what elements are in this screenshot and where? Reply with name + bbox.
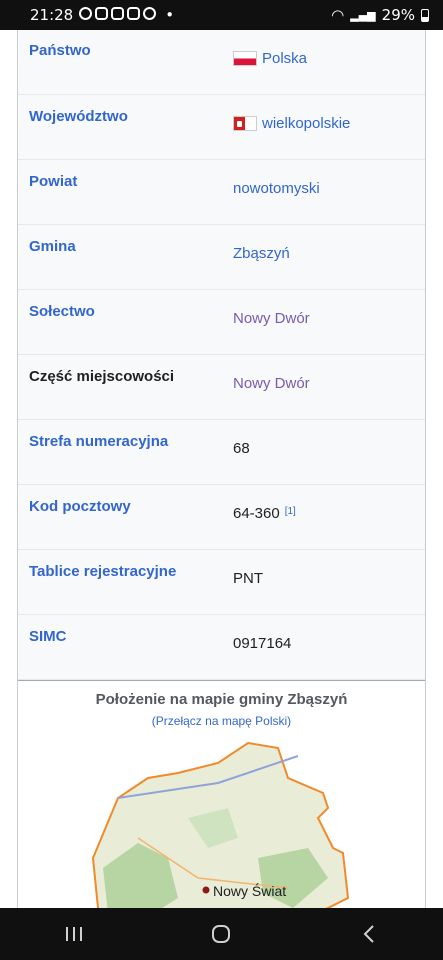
signal-icon: ▂▄▆: [350, 8, 376, 22]
infobox-row: Powiat nowotomyski: [18, 160, 425, 225]
infobox-value-text: 68: [233, 440, 250, 457]
infobox-label[interactable]: Kod pocztowy: [29, 498, 131, 515]
infobox-value-text[interactable]: nowotomyski: [233, 180, 320, 197]
location-marker: [202, 886, 210, 894]
infobox-value[interactable]: nowotomyski: [233, 180, 320, 197]
infobox-row: Województwo wielkopolskie: [18, 95, 425, 160]
reference-link[interactable]: [1]: [285, 506, 296, 517]
wifi-icon: ◠: [331, 6, 345, 24]
infobox-value[interactable]: Zbąszyń: [233, 245, 290, 262]
infobox-value[interactable]: Nowy Dwór: [233, 375, 310, 392]
infobox-value: PNT: [233, 570, 263, 587]
battery-percent: 29%: [381, 6, 415, 24]
infobox-row: Państwo Polska: [18, 30, 425, 95]
notification-icons: [79, 6, 159, 24]
android-nav-bar: [0, 908, 443, 960]
infobox-value-text[interactable]: Polska: [262, 50, 307, 67]
instagram-icon: [111, 7, 125, 20]
infobox-label: Część miejscowości: [29, 368, 175, 385]
clock: 21:28: [30, 6, 74, 24]
chrome-icon: [143, 7, 157, 20]
infobox-row: Część miejscowości Nowy Dwór: [18, 355, 425, 420]
infobox-label[interactable]: Sołectwo: [29, 303, 95, 320]
infobox-value: 68: [233, 440, 250, 457]
marker-label: Nowy Świat: [213, 882, 286, 899]
infobox-value[interactable]: wielkopolskie: [233, 115, 350, 132]
recent-apps-icon[interactable]: [44, 914, 104, 954]
infobox: Państwo Polska Województwo wielkopolskie Pow…: [18, 30, 425, 680]
instagram-icon: [95, 7, 109, 20]
infobox-row: Strefa numeracyjna 68: [18, 420, 425, 485]
infobox-value-text: 64-360: [233, 505, 280, 522]
infobox-row: Tablice rejestracyjne PNT: [18, 550, 425, 615]
infobox-label[interactable]: Państwo: [29, 42, 91, 59]
infobox-label[interactable]: Gmina: [29, 238, 76, 255]
infobox-value-text[interactable]: wielkopolskie: [262, 115, 350, 132]
infobox-row: Kod pocztowy 64-360 [1]: [18, 485, 425, 550]
infobox-value: 0917164: [233, 635, 291, 652]
infobox-label[interactable]: SIMC: [29, 628, 67, 645]
map-switch-link[interactable]: (Przełącz na mapę Polski): [18, 714, 425, 728]
map-title: Położenie na mapie gminy Zbąszyń: [95, 691, 348, 708]
wielkopolska-flag-icon: [233, 116, 257, 131]
status-bar: 21:28 • ◠ ▂▄▆ 29%: [0, 0, 443, 30]
infobox-value-text: 0917164: [233, 635, 292, 652]
whatsapp-icon: [79, 7, 93, 20]
infobox-value[interactable]: Nowy Dwór: [233, 310, 310, 327]
location-map: Położenie na mapie gminy Zbąszyń (Przełą…: [18, 680, 425, 908]
infobox-label[interactable]: Tablice rejestracyjne: [29, 563, 176, 580]
infobox-row: SIMC 0917164: [18, 615, 425, 680]
infobox-value-text[interactable]: Nowy Dwór: [233, 375, 310, 392]
article-content: Państwo Polska Województwo wielkopolskie Pow…: [17, 30, 426, 908]
poland-flag-icon: [233, 51, 257, 66]
infobox-value-text[interactable]: Zbąszyń: [233, 245, 290, 262]
instagram-icon: [127, 7, 141, 20]
infobox-value[interactable]: Polska: [233, 50, 307, 67]
home-icon[interactable]: [191, 914, 251, 954]
infobox-row: Gmina Zbąszyń: [18, 225, 425, 290]
infobox-row: Sołectwo Nowy Dwór: [18, 290, 425, 355]
infobox-label[interactable]: Województwo: [29, 108, 128, 125]
infobox-value-text: PNT: [233, 570, 263, 587]
infobox-value-text[interactable]: Nowy Dwór: [233, 310, 310, 327]
infobox-label[interactable]: Powiat: [29, 173, 77, 190]
more-notifications-dot: •: [165, 6, 175, 24]
back-icon[interactable]: [339, 914, 399, 954]
infobox-label[interactable]: Strefa numeracyjna: [29, 433, 168, 450]
gmina-map[interactable]: Nowy Świat: [78, 738, 378, 908]
infobox-value: 64-360 [1]: [233, 505, 296, 522]
battery-icon: [421, 8, 429, 22]
